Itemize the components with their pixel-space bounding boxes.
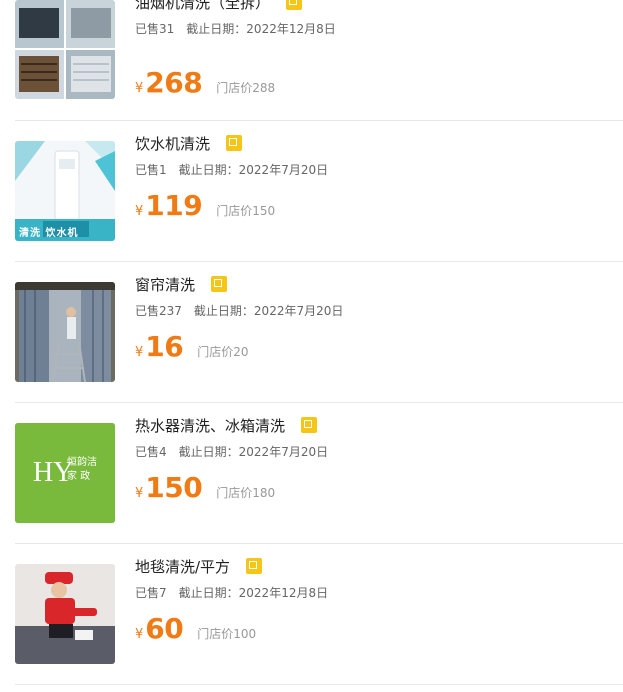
sold-count: 已售1 (135, 163, 167, 177)
item-meta: 已售1 截止日期：2022年7月20日 (135, 161, 623, 178)
water-dispenser-thumbnail[interactable]: 清洗 饮水机 (15, 141, 115, 241)
item-title[interactable]: 热水器清洗、冰箱清洗 (135, 415, 285, 436)
item-info: 饮水机清洗 已售1 截止日期：2022年7月20日 (135, 131, 623, 178)
carpet-cleaner-thumbnail[interactable] (15, 564, 115, 664)
store-price: 门店价150 (216, 204, 276, 218)
item-title[interactable]: 油烟机清洗（全拆） (135, 0, 270, 13)
list-item[interactable]: 清洗 饮水机 饮水机清洗 已售1 截止日期：2022年7月20日 ¥ 119 门店… (15, 121, 623, 262)
price-row: ¥ 119 门店价150 (135, 189, 275, 222)
deadline-label: 截止日期： (178, 586, 239, 600)
deadline-date: 2022年12月8日 (246, 22, 336, 36)
group-buy-badge-icon (211, 276, 228, 292)
store-price: 门店价100 (197, 627, 257, 641)
curtain-icon (15, 282, 115, 382)
group-buy-badge-icon (301, 417, 318, 433)
deadline-label: 截止日期： (178, 163, 239, 177)
currency-symbol: ¥ (135, 486, 144, 501)
deal-price: 16 (145, 330, 184, 363)
list-item[interactable]: 地毯清洗/平方 已售7 截止日期：2022年12月8日 ¥ 60 门店价100 (15, 544, 623, 685)
hy-logo-text: 恒韵洁 家 政 (67, 457, 97, 482)
sold-count: 已售237 (135, 304, 182, 318)
deadline-date: 2022年12月8日 (238, 586, 329, 600)
sold-count: 已售4 (135, 445, 167, 459)
deal-price: 60 (145, 612, 184, 645)
item-title[interactable]: 地毯清洗/平方 (135, 556, 230, 577)
water-dispenser-thumbnail-text: 清洗 饮水机 (19, 228, 79, 239)
deadline-date: 2022年7月20日 (253, 304, 344, 318)
deal-price: 119 (145, 189, 203, 222)
item-title[interactable]: 窗帘清洗 (135, 274, 195, 295)
carpet-cleaner-icon (15, 564, 115, 664)
item-meta: 已售4 截止日期：2022年7月20日 (135, 443, 623, 460)
item-info: 窗帘清洗 已售237 截止日期：2022年7月20日 (135, 272, 623, 319)
store-price: 门店价288 (216, 81, 276, 95)
list-item[interactable]: 油烟机清洗（全拆） 已售31 截止日期：2022年12月8日 ¥ 268 门店价2… (15, 0, 623, 121)
item-info: 热水器清洗、冰箱清洗 已售4 截止日期：2022年7月20日 (135, 413, 623, 460)
currency-symbol: ¥ (135, 627, 144, 642)
range-hood-thumbnail[interactable] (15, 0, 115, 99)
list-item[interactable]: HY 恒韵洁 家 政 热水器清洗、冰箱清洗 已售4 截止日期：2022年7月20日… (15, 403, 623, 544)
deadline-date: 2022年7月20日 (238, 445, 329, 459)
price-row: ¥ 16 门店价20 (135, 330, 249, 363)
deal-list: 油烟机清洗（全拆） 已售31 截止日期：2022年12月8日 ¥ 268 门店价2… (0, 0, 623, 685)
item-meta: 已售31 截止日期：2022年12月8日 (135, 20, 623, 37)
item-info: 地毯清洗/平方 已售7 截止日期：2022年12月8日 (135, 554, 623, 601)
deal-price: 268 (145, 66, 203, 99)
deadline-label: 截止日期： (193, 304, 254, 318)
hy-logo-thumbnail[interactable]: HY 恒韵洁 家 政 (15, 423, 115, 523)
item-info: 油烟机清洗（全拆） 已售31 截止日期：2022年12月8日 (135, 0, 623, 37)
deal-price: 150 (145, 471, 203, 504)
currency-symbol: ¥ (135, 81, 144, 96)
group-buy-badge-icon (226, 135, 243, 151)
price-row: ¥ 150 门店价180 (135, 471, 275, 504)
group-buy-badge-icon (286, 0, 303, 10)
group-buy-badge-icon (246, 558, 263, 574)
price-row: ¥ 268 门店价288 (135, 66, 275, 99)
list-item[interactable]: 窗帘清洗 已售237 截止日期：2022年7月20日 ¥ 16 门店价20 (15, 262, 623, 403)
currency-symbol: ¥ (135, 204, 144, 219)
curtain-thumbnail[interactable] (15, 282, 115, 382)
deadline-label: 截止日期： (186, 22, 247, 36)
sold-count: 已售7 (135, 586, 167, 600)
store-price: 门店价20 (197, 345, 249, 359)
item-meta: 已售7 截止日期：2022年12月8日 (135, 584, 623, 601)
currency-symbol: ¥ (135, 345, 144, 360)
item-title[interactable]: 饮水机清洗 (135, 133, 210, 154)
item-meta: 已售237 截止日期：2022年7月20日 (135, 302, 623, 319)
store-price: 门店价180 (216, 486, 276, 500)
deadline-date: 2022年7月20日 (238, 163, 329, 177)
deadline-label: 截止日期： (178, 445, 239, 459)
price-row: ¥ 60 门店价100 (135, 612, 256, 645)
range-hood-icon (15, 0, 115, 99)
sold-count: 已售31 (135, 22, 175, 36)
